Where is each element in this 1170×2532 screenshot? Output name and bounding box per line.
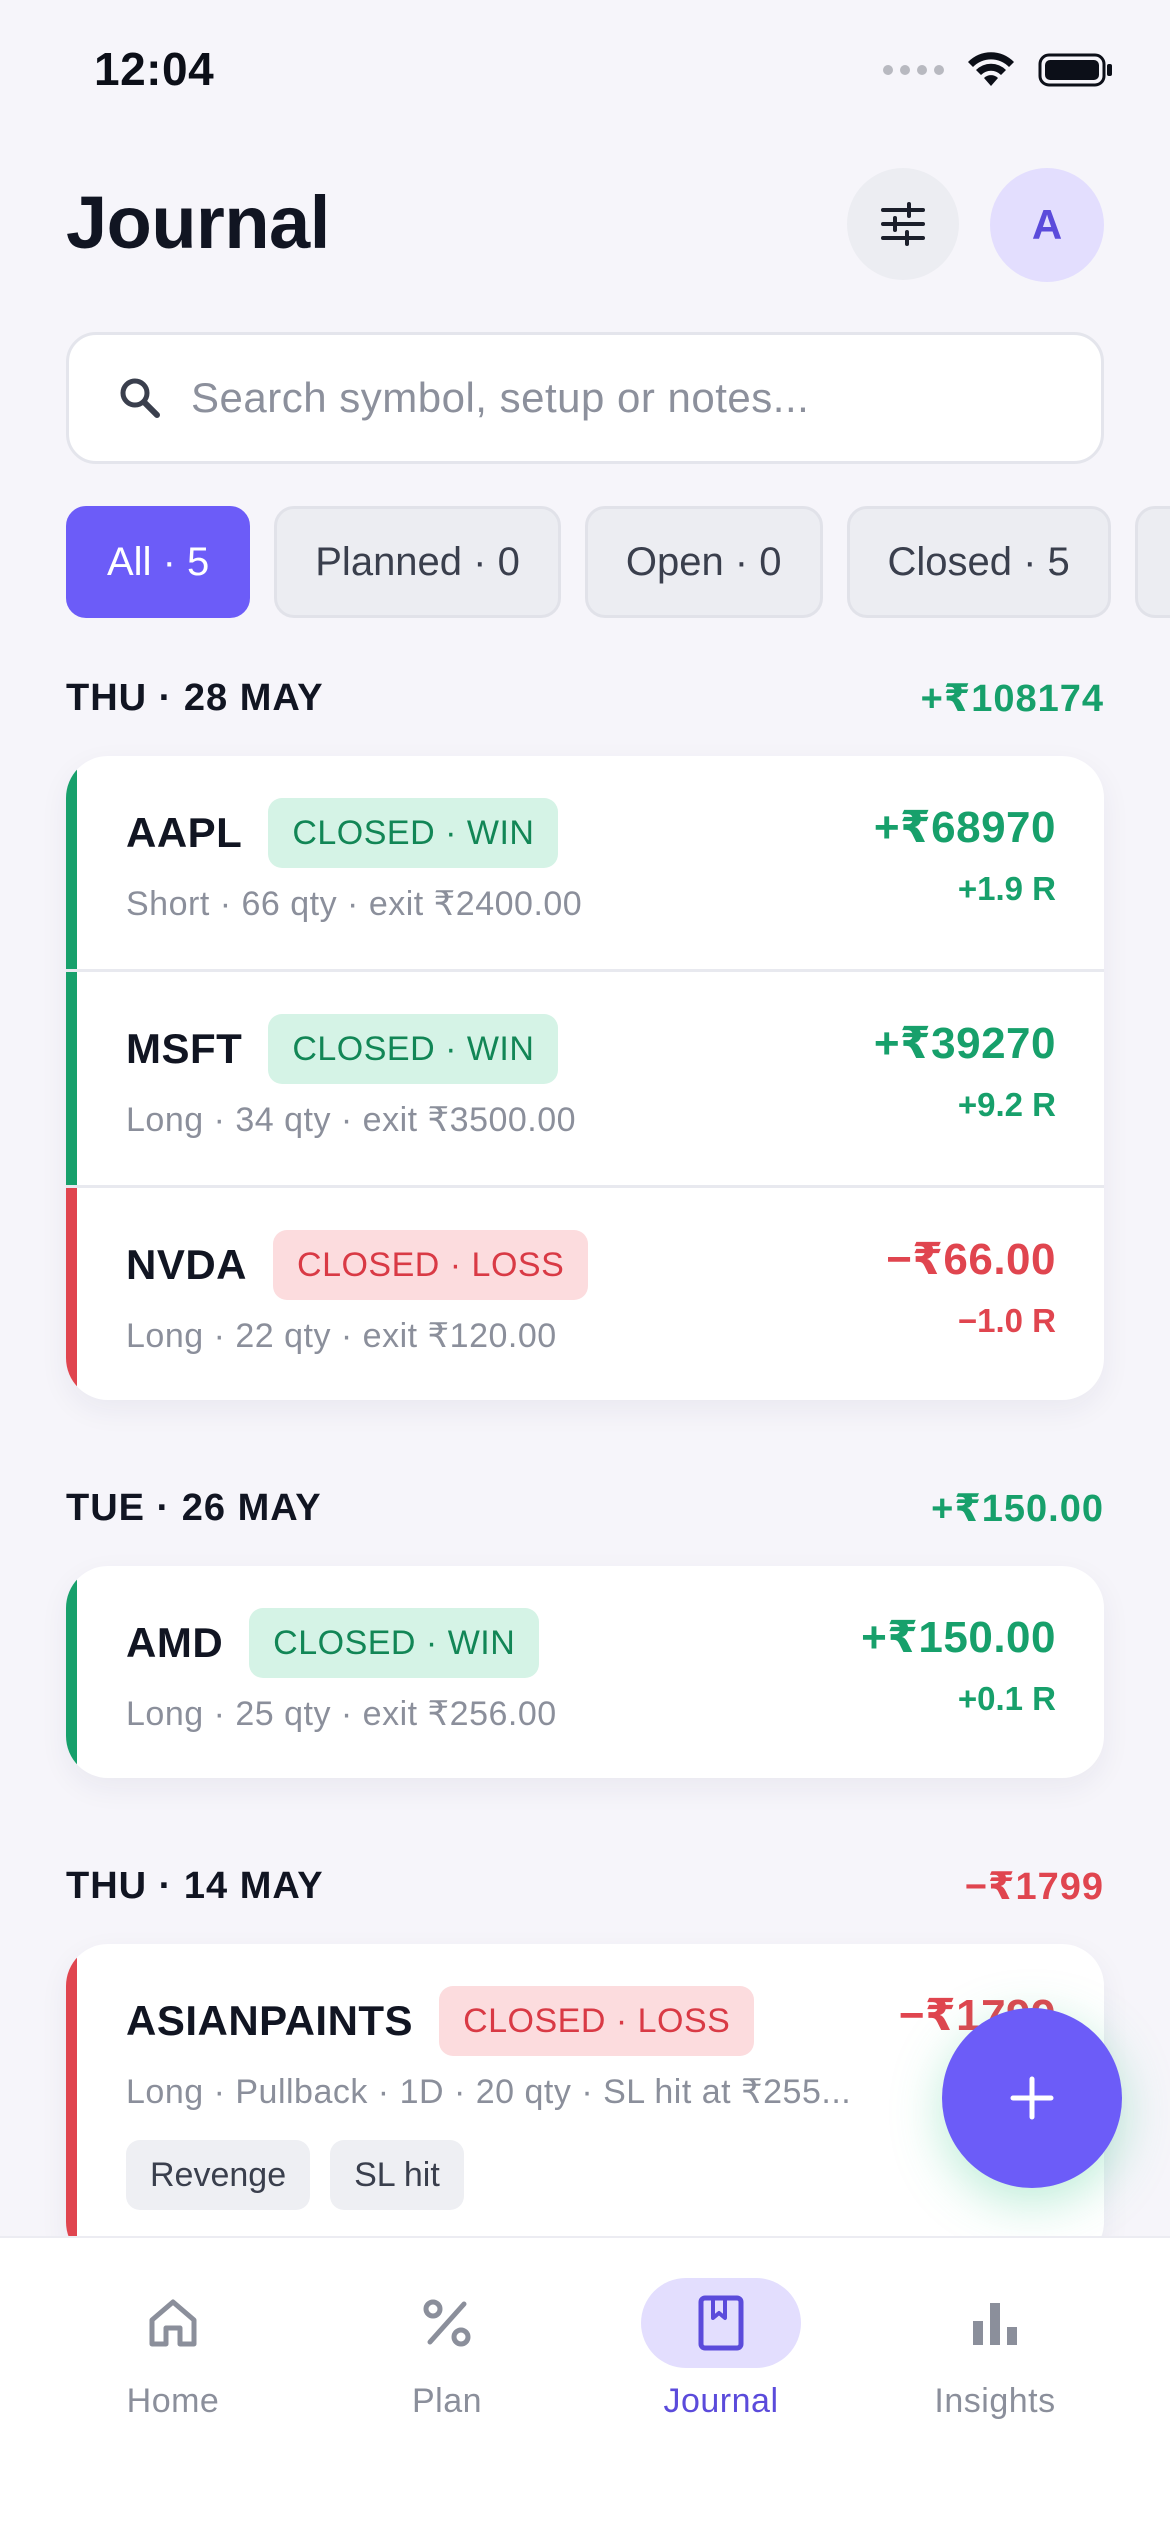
day-header: TUE · 26 MAY +₹150.00 — [66, 1486, 1104, 1531]
day-date: THU · 14 MAY — [66, 1865, 324, 1907]
nav-label: Insights — [934, 2382, 1056, 2420]
trade-symbol: MSFT — [126, 1025, 243, 1072]
nav-label: Home — [126, 2382, 220, 2420]
plus-icon — [1010, 2076, 1054, 2120]
home-icon — [149, 2299, 197, 2347]
trade-meta: Short · 66 qty · exit ₹2400.00 — [126, 885, 583, 923]
status-badge: CLOSED · WIN — [268, 798, 559, 868]
cellular-signal-icon — [883, 65, 944, 75]
nav-item-journal[interactable]: Journal — [601, 2278, 841, 2421]
loss-indicator — [66, 1188, 77, 1400]
wifi-icon — [968, 52, 1014, 86]
trade-pnl: +₹39270 — [873, 1019, 1056, 1068]
avatar[interactable]: A — [990, 168, 1104, 282]
filter-chip-more[interactable] — [1134, 506, 1170, 618]
trade-r-multiple: +0.1 R — [957, 1680, 1056, 1717]
filter-chip-all[interactable]: All · 5 — [66, 506, 251, 618]
day-date: THU · 28 MAY — [66, 677, 324, 719]
search-input[interactable] — [191, 374, 1031, 422]
trade-symbol: AMD — [126, 1619, 224, 1666]
day-date: TUE · 26 MAY — [66, 1487, 322, 1529]
day-total: −₹1799 — [964, 1866, 1104, 1908]
trade-row[interactable]: NVDA CLOSED · LOSS Long · 22 qty · exit … — [66, 1188, 1104, 1400]
filter-chip-open[interactable]: Open · 0 — [584, 506, 823, 618]
trade-r-multiple: −1.0 R — [957, 1302, 1056, 1339]
search-box[interactable] — [66, 332, 1104, 464]
bottom-nav: Home Plan Journal Insights — [0, 2236, 1170, 2532]
bar-chart-icon — [973, 2303, 1017, 2345]
trade-meta: Long · 22 qty · exit ₹120.00 — [126, 1317, 557, 1355]
trade-card-group: AMD CLOSED · WIN Long · 25 qty · exit ₹2… — [66, 1566, 1104, 1778]
search-icon — [120, 378, 160, 418]
status-badge: CLOSED · LOSS — [439, 1986, 755, 2056]
status-bar: 12:04 — [0, 0, 1170, 140]
filter-button[interactable] — [847, 168, 959, 280]
app-screen: 12:04 Journal A Search symbol, setup or … — [0, 0, 1170, 2532]
battery-icon — [1038, 53, 1112, 87]
trade-pnl: +₹150.00 — [861, 1613, 1056, 1662]
trade-card-group: AAPL CLOSED · WIN Short · 66 qty · exit … — [66, 756, 1104, 1400]
day-total: +₹108174 — [920, 678, 1104, 720]
sliders-icon — [881, 202, 925, 246]
nav-item-insights[interactable]: Insights — [875, 2278, 1115, 2421]
trade-meta: Long · 25 qty · exit ₹256.00 — [126, 1695, 557, 1733]
tag-chip[interactable]: Revenge — [126, 2140, 311, 2210]
nav-label: Journal — [663, 2382, 779, 2420]
trade-symbol: ASIANPAINTS — [126, 1997, 414, 2044]
trade-row[interactable]: AMD CLOSED · WIN Long · 25 qty · exit ₹2… — [66, 1566, 1104, 1778]
trade-meta: Long · Pullback · 1D · 20 qty · SL hit a… — [126, 2073, 852, 2111]
journal-icon — [698, 2295, 744, 2351]
trade-pnl: −₹66.00 — [886, 1235, 1056, 1284]
status-badge: CLOSED · WIN — [268, 1014, 559, 1084]
trade-pnl: +₹68970 — [873, 803, 1056, 852]
nav-item-plan[interactable]: Plan — [327, 2278, 567, 2421]
win-indicator — [66, 1566, 77, 1778]
filter-chips: All · 5 Planned · 0 Open · 0 Closed · 5 — [66, 506, 1170, 620]
trade-tags: Revenge SL hit — [126, 2140, 464, 2210]
day-header: THU · 14 MAY −₹1799 — [66, 1864, 1104, 1909]
add-trade-button[interactable] — [942, 2008, 1122, 2188]
filter-chip-planned[interactable]: Planned · 0 — [274, 506, 561, 618]
trade-row[interactable]: MSFT CLOSED · WIN Long · 34 qty · exit ₹… — [66, 972, 1104, 1188]
trade-row[interactable]: AAPL CLOSED · WIN Short · 66 qty · exit … — [66, 756, 1104, 972]
nav-item-home[interactable]: Home — [53, 2278, 293, 2421]
nav-label: Plan — [411, 2382, 483, 2420]
day-total: +₹150.00 — [931, 1488, 1104, 1530]
win-indicator — [66, 756, 77, 969]
status-icons — [883, 52, 1114, 88]
trade-symbol: NVDA — [126, 1241, 248, 1288]
trade-symbol: AAPL — [126, 809, 243, 856]
trade-meta: Long · 34 qty · exit ₹3500.00 — [126, 1101, 577, 1139]
page-title: Journal — [66, 181, 330, 264]
filter-chip-closed[interactable]: Closed · 5 — [846, 506, 1111, 618]
day-header: THU · 28 MAY +₹108174 — [66, 676, 1104, 721]
tag-chip[interactable]: SL hit — [330, 2140, 464, 2210]
status-badge: CLOSED · WIN — [249, 1608, 540, 1678]
trade-r-multiple: +9.2 R — [957, 1086, 1056, 1123]
loss-indicator — [66, 1944, 77, 2264]
status-time: 12:04 — [94, 43, 215, 95]
percent-icon — [423, 2299, 471, 2347]
win-indicator — [66, 972, 77, 1185]
status-badge: CLOSED · LOSS — [273, 1230, 589, 1300]
trade-r-multiple: +1.9 R — [957, 870, 1056, 907]
